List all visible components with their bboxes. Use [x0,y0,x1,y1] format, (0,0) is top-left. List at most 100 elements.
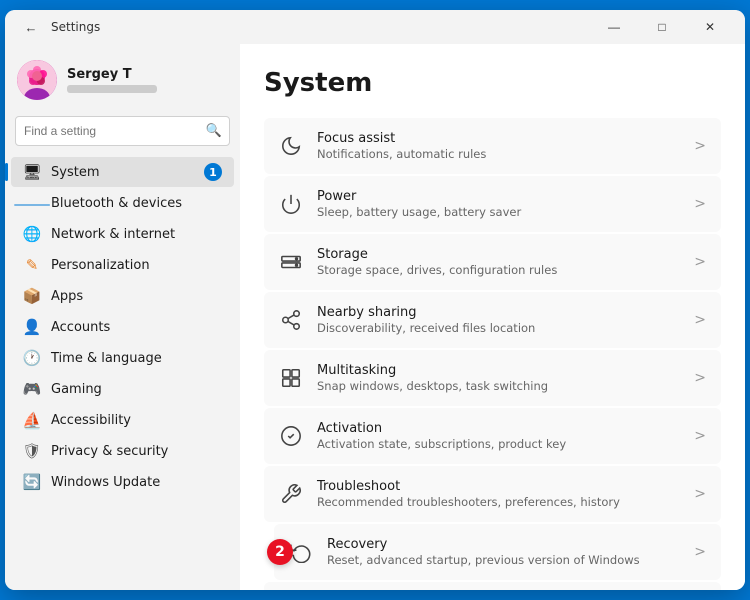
power-title: Power [317,189,680,204]
focus-assist-text: Focus assist Notifications, automatic ru… [317,131,680,161]
activation-text: Activation Activation state, subscriptio… [317,421,680,451]
sidebar-item-accessibility[interactable]: ⛵ Accessibility [11,405,234,435]
focus-assist-arrow: > [694,138,706,154]
search-input[interactable] [15,116,230,146]
setting-item-troubleshoot[interactable]: Troubleshoot Recommended troubleshooters… [264,466,721,522]
storage-arrow: > [694,254,706,270]
troubleshoot-desc: Recommended troubleshooters, preferences… [317,495,680,509]
sidebar-label-network: Network & internet [51,227,222,242]
sidebar-label-personalization: Personalization [51,258,222,273]
network-icon: 🌐 [23,225,41,243]
back-button[interactable]: ← [17,13,45,41]
sidebar-item-bluetooth[interactable]: ⸻ Bluetooth & devices [11,188,234,218]
privacy-icon: 🛡 [23,442,41,460]
sidebar-item-time[interactable]: 🕐 Time & language [11,343,234,373]
nearby-sharing-text: Nearby sharing Discoverability, received… [317,305,680,335]
sidebar-label-apps: Apps [51,289,222,304]
storage-icon [279,250,303,274]
system-badge: 1 [204,163,222,181]
maximize-button[interactable]: □ [639,11,685,43]
sidebar-label-privacy: Privacy & security [51,444,222,459]
troubleshoot-title: Troubleshoot [317,479,680,494]
setting-item-nearby-sharing[interactable]: Nearby sharing Discoverability, received… [264,292,721,348]
troubleshoot-text: Troubleshoot Recommended troubleshooters… [317,479,680,509]
user-name: Sergey T [67,67,157,82]
sidebar-item-apps[interactable]: 📦 Apps [11,281,234,311]
page-title: System [264,68,721,98]
content-area: Sergey T 🔍 🖥 System 1 ⸻ Bluetooth & devi [5,44,745,590]
power-icon [279,192,303,216]
focus-assist-icon [279,134,303,158]
troubleshoot-arrow: > [694,486,706,502]
settings-window: ← Settings — □ ✕ [5,10,745,590]
recovery-badge: 2 [267,539,293,565]
nearby-sharing-arrow: > [694,312,706,328]
sidebar-item-accounts[interactable]: 👤 Accounts [11,312,234,342]
sidebar-label-accessibility: Accessibility [51,413,222,428]
apps-icon: 📦 [23,287,41,305]
minimize-button[interactable]: — [591,11,637,43]
storage-title: Storage [317,247,680,262]
personalization-icon: ✎ [23,256,41,274]
user-info: Sergey T [67,67,157,93]
titlebar: ← Settings — □ ✕ [5,10,745,44]
sidebar-item-windows-update[interactable]: 🔄 Windows Update [11,467,234,497]
sidebar-label-windows-update: Windows Update [51,475,222,490]
sidebar-label-time: Time & language [51,351,222,366]
search-box: 🔍 [15,116,230,146]
setting-item-activation[interactable]: Activation Activation state, subscriptio… [264,408,721,464]
storage-desc: Storage space, drives, configuration rul… [317,263,680,277]
multitasking-text: Multitasking Snap windows, desktops, tas… [317,363,680,393]
user-email [67,85,157,93]
sidebar: Sergey T 🔍 🖥 System 1 ⸻ Bluetooth & devi [5,44,240,590]
setting-item-focus-assist[interactable]: Focus assist Notifications, automatic ru… [264,118,721,174]
activation-icon [279,424,303,448]
nearby-sharing-title: Nearby sharing [317,305,680,320]
recovery-arrow: > [694,544,706,560]
settings-list: Focus assist Notifications, automatic ru… [264,118,721,590]
multitasking-arrow: > [694,370,706,386]
power-desc: Sleep, battery usage, battery saver [317,205,680,219]
recovery-text: Recovery Reset, advanced startup, previo… [327,537,680,567]
activation-arrow: > [694,428,706,444]
setting-item-multitasking[interactable]: Multitasking Snap windows, desktops, tas… [264,350,721,406]
focus-assist-desc: Notifications, automatic rules [317,147,680,161]
multitasking-desc: Snap windows, desktops, task switching [317,379,680,393]
power-text: Power Sleep, battery usage, battery save… [317,189,680,219]
close-button[interactable]: ✕ [687,11,733,43]
sidebar-label-gaming: Gaming [51,382,222,397]
nearby-sharing-icon [279,308,303,332]
nearby-sharing-desc: Discoverability, received files location [317,321,680,335]
setting-item-projecting[interactable]: Projecting to this PC Permissions, pairi… [264,582,721,590]
multitasking-icon [279,366,303,390]
sidebar-item-system[interactable]: 🖥 System 1 [11,157,234,187]
sidebar-label-bluetooth: Bluetooth & devices [51,196,222,211]
recovery-title: Recovery [327,537,680,552]
accounts-icon: 👤 [23,318,41,336]
sidebar-item-network[interactable]: 🌐 Network & internet [11,219,234,249]
power-arrow: > [694,196,706,212]
bluetooth-icon: ⸻ [23,194,41,212]
sidebar-label-accounts: Accounts [51,320,222,335]
setting-item-storage[interactable]: Storage Storage space, drives, configura… [264,234,721,290]
gaming-icon: 🎮 [23,380,41,398]
multitasking-title: Multitasking [317,363,680,378]
sidebar-item-privacy[interactable]: 🛡 Privacy & security [11,436,234,466]
activation-desc: Activation state, subscriptions, product… [317,437,680,451]
window-controls: — □ ✕ [591,11,733,43]
sidebar-item-gaming[interactable]: 🎮 Gaming [11,374,234,404]
navigation: 🖥 System 1 ⸻ Bluetooth & devices 🌐 Netwo… [5,156,240,498]
system-icon: 🖥 [23,163,41,181]
storage-text: Storage Storage space, drives, configura… [317,247,680,277]
setting-item-power[interactable]: Power Sleep, battery usage, battery save… [264,176,721,232]
window-title: Settings [51,20,591,34]
recovery-desc: Reset, advanced startup, previous versio… [327,553,680,567]
setting-item-recovery[interactable]: 2 Recovery Reset, advanced startup, prev… [274,524,721,580]
sidebar-item-personalization[interactable]: ✎ Personalization [11,250,234,280]
time-icon: 🕐 [23,349,41,367]
troubleshoot-icon [279,482,303,506]
sidebar-label-system: System [51,165,194,180]
activation-title: Activation [317,421,680,436]
accessibility-icon: ⛵ [23,411,41,429]
user-section: Sergey T [5,52,240,112]
